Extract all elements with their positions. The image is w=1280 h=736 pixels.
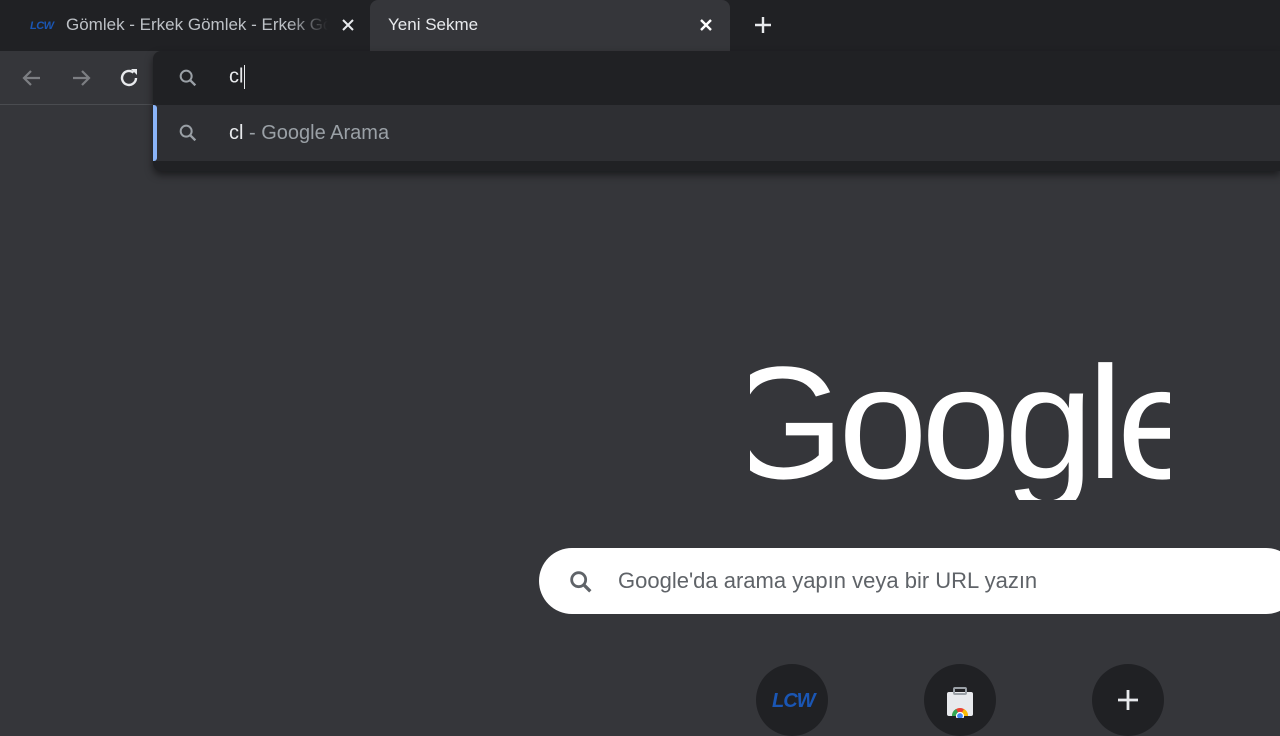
search-box[interactable]: Google'da arama yapın veya bir URL yazın [539,548,1280,614]
text-caret [244,65,246,89]
tab-title: Gömlek - Erkek Gömlek - Erkek Gömlek Mod… [66,15,328,34]
reload-icon[interactable] [117,66,141,90]
new-tab-plus-icon[interactable] [752,14,774,36]
tab-strip: LCW Gömlek - Erkek Gömlek - Erkek Gömlek… [0,0,1280,51]
omnibox-input-row[interactable]: cl [153,51,1280,105]
lcw-logo-icon: LCW [772,690,816,712]
omnibox-input[interactable]: cl [229,65,246,89]
suggestion-query: cl [229,122,244,144]
omnibox-dropdown: cl cl - Google Arama [153,51,1280,171]
search-placeholder: Google'da arama yapın veya bir URL yazın [618,568,1038,593]
tab-new-tab[interactable]: Yeni Sekme [370,0,730,51]
shortcut-add[interactable] [1092,664,1164,736]
suggestion-separator: - [243,122,262,144]
omnibox-typed-text: cl [229,65,244,88]
chrome-web-store-icon [947,687,973,718]
google-logo-text: Google [750,333,1170,500]
tab-lcw-gomlek[interactable]: LCW Gömlek - Erkek Gömlek - Erkek Gömlek… [0,0,368,51]
forward-arrow-icon[interactable] [69,66,93,90]
suggestion-text: cl - Google Arama [229,122,389,145]
search-icon [179,124,197,142]
suggestion-description: Google Arama [261,122,390,144]
search-icon [570,571,592,593]
close-icon[interactable] [696,15,716,35]
add-shortcut-icon [1118,690,1138,710]
search-icon [179,69,197,87]
shortcut-lcw[interactable]: LCW [756,664,828,736]
shortcut-chrome-web-store[interactable] [924,664,996,736]
close-icon[interactable] [338,15,358,35]
google-logo: Google [750,333,1170,500]
tab-title: Yeni Sekme [388,15,479,34]
selection-indicator [153,105,157,161]
back-arrow-icon[interactable] [20,66,44,90]
omnibox-suggestion[interactable]: cl - Google Arama [153,105,1280,161]
lcw-favicon-icon: LCW [30,20,54,32]
